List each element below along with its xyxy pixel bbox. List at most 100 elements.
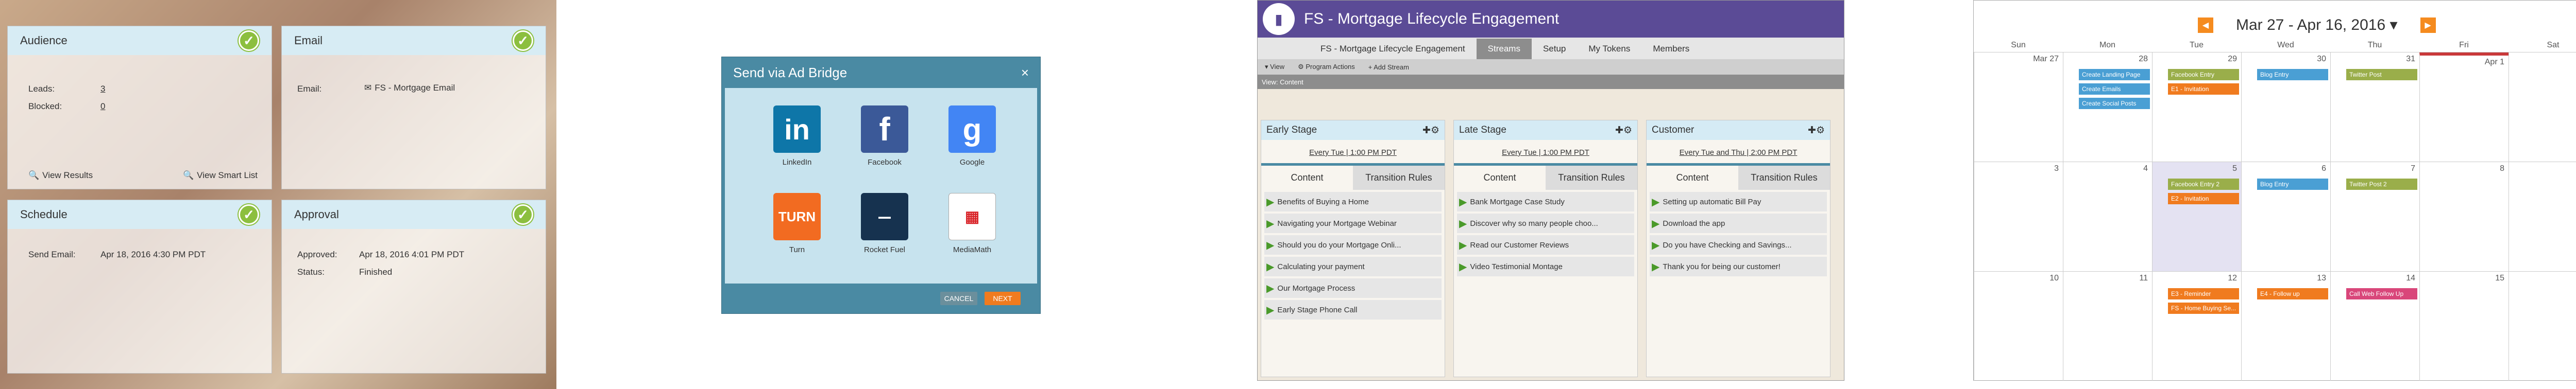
prev-range-button[interactable]: ◀ — [2198, 17, 2213, 33]
stream-schedule-link[interactable]: Every Tue | 1:00 PM PDT — [1454, 148, 1637, 157]
list-item[interactable]: ▶ Calculating your payment — [1264, 257, 1442, 276]
tab-members[interactable]: Members — [1641, 39, 1701, 59]
tab-program[interactable]: FS - Mortgage Lifecycle Engagement — [1309, 39, 1477, 59]
calendar-day-cell[interactable]: 5 Facebook Entry 2 E2 - Invitation — [2152, 162, 2241, 271]
view-smart-list-link[interactable]: 🔍 View Smart List — [183, 170, 258, 181]
weekday-label: Sat — [2547, 41, 2560, 49]
leads-count-link[interactable]: 3 — [100, 84, 105, 94]
tab-transition-rules[interactable]: Transition Rules — [1353, 166, 1445, 190]
calendar-day-cell[interactable]: 7 Twitter Post 2 — [2330, 162, 2419, 271]
next-button[interactable]: NEXT — [985, 292, 1021, 305]
tab-content[interactable]: Content — [1454, 166, 1546, 190]
list-item[interactable]: ▶ Thank you for being our customer! — [1650, 257, 1827, 276]
stream-settings-icon[interactable]: ✚⚙ — [1422, 125, 1439, 136]
calendar-day-cell[interactable]: 29 Facebook Entry E1 - Invitation — [2152, 52, 2241, 162]
list-item[interactable]: ▶ Download the app — [1650, 214, 1827, 233]
calendar-day-cell[interactable]: 12 E3 - Reminder FS - Home Buying Se... — [2152, 272, 2241, 381]
list-item[interactable]: ▶ Early Stage Phone Call — [1264, 300, 1442, 320]
list-item[interactable]: ▶ Discover why so many people choo... — [1457, 214, 1634, 233]
calendar-event[interactable]: Facebook Entry — [2168, 69, 2239, 80]
view-results-link[interactable]: 🔍 View Results — [28, 170, 93, 181]
calendar-event[interactable]: Facebook Entry 2 — [2168, 179, 2239, 190]
calendar-event[interactable]: E4 - Follow up — [2257, 288, 2328, 299]
linkedin-option[interactable]: in LinkedIn — [766, 105, 828, 167]
calendar-day-cell[interactable]: Mar 27 — [1974, 52, 2063, 162]
list-item[interactable]: ▶ Navigating your Mortgage Webinar — [1264, 214, 1442, 233]
stream-settings-icon[interactable]: ✚⚙ — [1808, 125, 1825, 136]
google-option[interactable]: g Google — [941, 105, 1003, 167]
day-number: 28 — [2139, 55, 2148, 63]
content-title: Should you do your Mortgage Onli... — [1277, 240, 1401, 250]
program-actions-menu[interactable]: ⚙ Program Actions — [1298, 63, 1355, 71]
calendar-event[interactable]: Create Social Posts — [2079, 98, 2150, 109]
tab-transition-rules[interactable]: Transition Rules — [1546, 166, 1637, 190]
tab-content[interactable]: Content — [1647, 166, 1738, 190]
facebook-option[interactable]: f Facebook — [854, 105, 916, 167]
calendar-event[interactable]: Twitter Post 2 — [2346, 179, 2417, 190]
calendar-event[interactable]: E1 - Invitation — [2168, 83, 2239, 95]
campaign-summary-panel: Audience ✓ Leads: 3 Blocked: 0 🔍 View Resu… — [0, 0, 556, 389]
calendar-event[interactable]: Create Emails — [2079, 83, 2150, 95]
calendar-event[interactable]: E2 - Invitation — [2168, 193, 2239, 204]
play-icon: ▶ — [1266, 196, 1275, 208]
calendar-day-cell[interactable]: 16 — [2509, 272, 2576, 381]
calendar-day-cell[interactable]: 6 Blog Entry — [2241, 162, 2330, 271]
calendar-event[interactable]: Create Landing Page — [2079, 69, 2150, 80]
list-item[interactable]: ▶ Setting up automatic Bill Pay — [1650, 192, 1827, 211]
list-item[interactable]: ▶ Read our Customer Reviews — [1457, 235, 1634, 255]
turn-option[interactable]: TURN Turn — [766, 193, 828, 254]
list-item[interactable]: ▶ Video Testimonial Montage — [1457, 257, 1634, 276]
calendar-day-cell[interactable]: 3 — [1974, 162, 2063, 271]
calendar-event[interactable]: Twitter Post — [2346, 69, 2417, 80]
list-item[interactable]: ▶ Should you do your Mortgage Onli... — [1264, 235, 1442, 255]
add-stream-button[interactable]: + Add Stream — [1368, 63, 1409, 71]
tab-streams[interactable]: Streams — [1476, 39, 1532, 59]
tab-my-tokens[interactable]: My Tokens — [1577, 39, 1641, 59]
calendar-day-cell[interactable]: 31 Twitter Post — [2330, 52, 2419, 162]
play-icon: ▶ — [1266, 218, 1275, 229]
calendar-day-cell[interactable]: 15 — [2419, 272, 2509, 381]
calendar-day-cell[interactable]: 11 — [2063, 272, 2152, 381]
blocked-count-link[interactable]: 0 — [100, 101, 105, 112]
day-number: 5 — [2232, 164, 2237, 173]
list-item[interactable]: ▶ Our Mortgage Process — [1264, 278, 1442, 298]
calendar-day-cell[interactable]: Apr 1 — [2419, 52, 2509, 162]
check-icon: ✓ — [239, 30, 259, 51]
calendar-day-cell[interactable]: 4 — [2063, 162, 2152, 271]
tab-transition-rules[interactable]: Transition Rules — [1738, 166, 1830, 190]
tab-content[interactable]: Content — [1261, 166, 1353, 190]
linkedin-icon: in — [773, 105, 821, 153]
calendar-day-cell[interactable]: 13 E4 - Follow up — [2241, 272, 2330, 381]
rocket-fuel-option[interactable]: ▬▬ Rocket Fuel — [854, 193, 916, 254]
mediamath-option[interactable]: ▦ MediaMath — [941, 193, 1003, 254]
next-range-button[interactable]: ▶ — [2420, 17, 2436, 33]
email-asset-link[interactable]: ✉ FS - Mortgage Email — [364, 83, 455, 93]
calendar-event[interactable]: FS - Home Buying Se... — [2168, 303, 2239, 314]
list-item[interactable]: ▶ Do you have Checking and Savings... — [1650, 235, 1827, 255]
calendar-day-cell[interactable]: 14 Call Web Follow Up — [2330, 272, 2419, 381]
list-item[interactable]: ▶ Benefits of Buying a Home — [1264, 192, 1442, 211]
view-menu[interactable]: ▾ View — [1265, 63, 1284, 71]
calendar-day-cell[interactable]: 8 — [2419, 162, 2509, 271]
calendar-day-cell[interactable]: 30 Blog Entry — [2241, 52, 2330, 162]
calendar-event[interactable]: Call Web Follow Up — [2346, 288, 2417, 299]
day-number: 30 — [2317, 55, 2326, 63]
content-title: Bank Mortgage Case Study — [1470, 197, 1565, 206]
date-range-selector[interactable]: Mar 27 - Apr 16, 2016 ▾ — [2236, 16, 2398, 34]
stream-settings-icon[interactable]: ✚⚙ — [1615, 125, 1632, 136]
calendar-day-cell[interactable]: 28 Create Landing Page Create Emails Create… — [2063, 52, 2152, 162]
close-icon[interactable]: × — [1021, 65, 1029, 81]
calendar-day-cell[interactable]: 2 — [2509, 52, 2576, 162]
cancel-button[interactable]: CANCEL — [940, 292, 977, 305]
calendar-event[interactable]: Blog Entry — [2257, 179, 2328, 190]
calendar-event[interactable]: E3 - Reminder — [2168, 288, 2239, 299]
calendar-day-cell[interactable]: 9 — [2509, 162, 2576, 271]
list-item[interactable]: ▶ Bank Mortgage Case Study — [1457, 192, 1634, 211]
stream-schedule-link[interactable]: Every Tue | 1:00 PM PDT — [1261, 148, 1445, 157]
calendar-event[interactable]: Blog Entry — [2257, 69, 2328, 80]
calendar-day-cell[interactable]: 10 — [1974, 272, 2063, 381]
check-icon: ✓ — [513, 204, 533, 225]
tab-setup[interactable]: Setup — [1532, 39, 1577, 59]
stream-schedule-link[interactable]: Every Tue and Thu | 2:00 PM PDT — [1647, 148, 1830, 157]
email-card: Email ✓ Email: ✉ FS - Mortgage Email — [281, 26, 546, 189]
